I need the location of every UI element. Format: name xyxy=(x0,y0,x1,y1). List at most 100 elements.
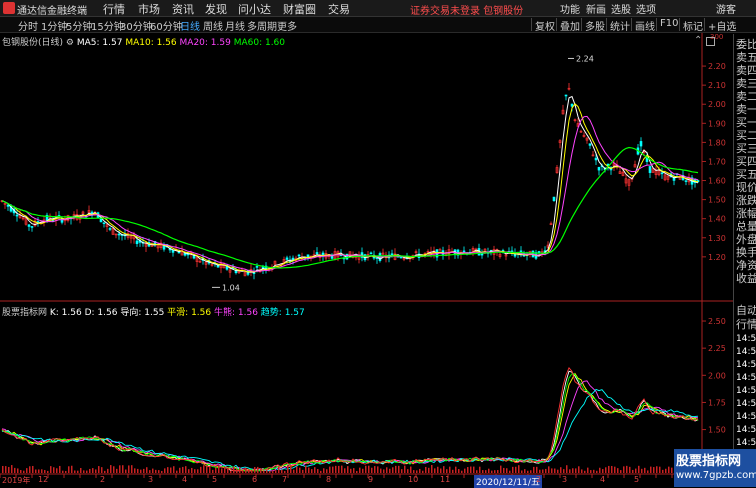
panel-item: 委比 xyxy=(736,38,756,51)
period-tab[interactable]: 多周期 xyxy=(247,18,277,33)
panel-item: 总量 xyxy=(736,220,756,233)
menu-stock-pick[interactable]: 选股 xyxy=(611,1,631,16)
volume-bar xyxy=(470,466,472,473)
volume-bar xyxy=(50,466,52,473)
watermark-url: www.7gpzb.com xyxy=(676,470,756,481)
draw-line-button[interactable]: 画线 xyxy=(631,18,655,33)
volume-bar xyxy=(602,469,604,473)
volume-bar xyxy=(101,467,103,473)
volume-bar xyxy=(191,467,193,473)
volume-bar xyxy=(239,467,241,473)
candle-body xyxy=(588,143,592,146)
period-tab[interactable]: 5分钟 xyxy=(66,18,92,33)
tick-time: 14:50 xyxy=(736,399,756,409)
indicator-line xyxy=(1,380,699,472)
menu-options[interactable]: 选项 xyxy=(636,1,656,16)
add-watchlist-button[interactable]: +自选 xyxy=(704,18,736,33)
volume-bar xyxy=(56,468,58,473)
volume-bar xyxy=(80,467,82,473)
volume-bar xyxy=(326,469,328,473)
volume-bar xyxy=(485,470,487,473)
kline-chart[interactable]: 2.24 1.04 2.20 2.10 2.00 1.90 1.80 1.70 1.60 1.5… xyxy=(0,33,733,487)
volume-bar xyxy=(311,469,313,473)
multi-stock-button[interactable]: 多股 xyxy=(581,18,605,33)
candle-body xyxy=(639,141,643,147)
period-tab[interactable]: 分时 xyxy=(18,18,38,33)
period-tab[interactable]: 月线 xyxy=(225,18,245,33)
x-axis-label: 2019年 xyxy=(2,476,31,485)
stats-button[interactable]: 统计 xyxy=(606,18,630,33)
mark-button[interactable]: 标记 xyxy=(679,18,703,33)
maximize-icon[interactable] xyxy=(706,37,715,46)
x-axis-label: 9 xyxy=(368,475,374,484)
volume-bar xyxy=(587,467,589,473)
user-label[interactable]: 游客 xyxy=(716,1,736,16)
volume-bar xyxy=(212,469,214,473)
panel-item[interactable]: 自动 xyxy=(736,304,756,317)
volume-bar xyxy=(443,466,445,473)
volume-bar xyxy=(650,466,652,473)
volume-bar xyxy=(578,466,580,473)
volume-bar xyxy=(659,466,661,473)
settings-gear-icon[interactable]: ⚙ xyxy=(66,38,74,48)
volume-bar xyxy=(149,470,151,473)
volume-bar xyxy=(302,469,304,473)
period-tab[interactable]: 60分钟 xyxy=(150,18,183,33)
x-axis-label: 12 xyxy=(38,475,49,484)
menu-item-trade[interactable]: 交易 xyxy=(328,1,350,17)
overlay-button[interactable]: 叠加 xyxy=(556,18,580,33)
volume-bar xyxy=(332,466,334,473)
adjust-button[interactable]: 复权 xyxy=(531,18,555,33)
panel-item: 买一 xyxy=(736,116,756,129)
period-tab[interactable]: 周线 xyxy=(203,18,223,33)
indicator-line xyxy=(1,366,699,472)
volume-bar xyxy=(353,468,355,473)
volume-bar xyxy=(245,467,247,473)
menu-item-market[interactable]: 市场 xyxy=(138,1,160,17)
menu-new-draw[interactable]: 新画 xyxy=(586,1,606,16)
candle-body xyxy=(462,250,466,253)
panel-item: 卖二 xyxy=(736,90,756,103)
volume-bar xyxy=(248,469,250,473)
menu-bar: 通达信金融终端 行情 市场 资讯 发现 问小达 财富圈 交易 证券交易未登录 包… xyxy=(0,0,756,17)
period-tab[interactable]: 15分钟 xyxy=(91,18,124,33)
menu-item-news[interactable]: 资讯 xyxy=(172,1,194,17)
candle-body xyxy=(285,257,289,260)
menu-function[interactable]: 功能 xyxy=(560,1,580,16)
y-tick-label: 2.50 xyxy=(708,317,726,326)
volume-bar xyxy=(38,469,40,473)
volume-bar xyxy=(179,467,181,473)
volume-bar xyxy=(350,468,352,473)
period-tab[interactable]: 更多 xyxy=(277,18,297,33)
period-tab[interactable]: 1分钟 xyxy=(41,18,67,33)
volume-bar xyxy=(524,469,526,473)
volume-bar xyxy=(200,466,202,473)
stock-title: 包钢股份(日线) xyxy=(2,38,64,48)
menu-item-quotes[interactable]: 行情 xyxy=(103,1,125,17)
y-tick-label: 1.50 xyxy=(708,196,726,205)
menu-item-discover[interactable]: 发现 xyxy=(205,1,227,17)
volume-bar xyxy=(560,467,562,473)
collapse-icon[interactable]: ⌃ xyxy=(694,35,702,46)
volume-bar xyxy=(584,470,586,473)
volume-bar xyxy=(197,469,199,473)
f10-button[interactable]: F10 xyxy=(656,18,678,31)
volume-bar xyxy=(467,467,469,473)
volume-bar xyxy=(65,470,67,473)
x-axis-label: 3 xyxy=(562,475,568,484)
period-tab-active[interactable]: 日线 xyxy=(180,18,200,33)
panel-item[interactable]: 行情 xyxy=(736,318,756,331)
menu-item-wealth[interactable]: 财富圈 xyxy=(283,1,316,17)
volume-bar xyxy=(236,468,238,473)
tick-time: 14:50 xyxy=(736,334,756,344)
period-tab[interactable]: 30分钟 xyxy=(120,18,153,33)
indicator-line xyxy=(1,373,699,472)
panel-item: 涨跌 xyxy=(736,194,756,207)
volume-bar xyxy=(242,470,244,473)
panel-item: 买四 xyxy=(736,155,756,168)
menu-item-ask[interactable]: 问小达 xyxy=(238,1,271,17)
volume-bar xyxy=(656,466,658,473)
volume-bar xyxy=(269,470,271,473)
volume-bar xyxy=(374,466,376,473)
cursor-date-label: 2020/12/11/五 xyxy=(474,475,542,488)
